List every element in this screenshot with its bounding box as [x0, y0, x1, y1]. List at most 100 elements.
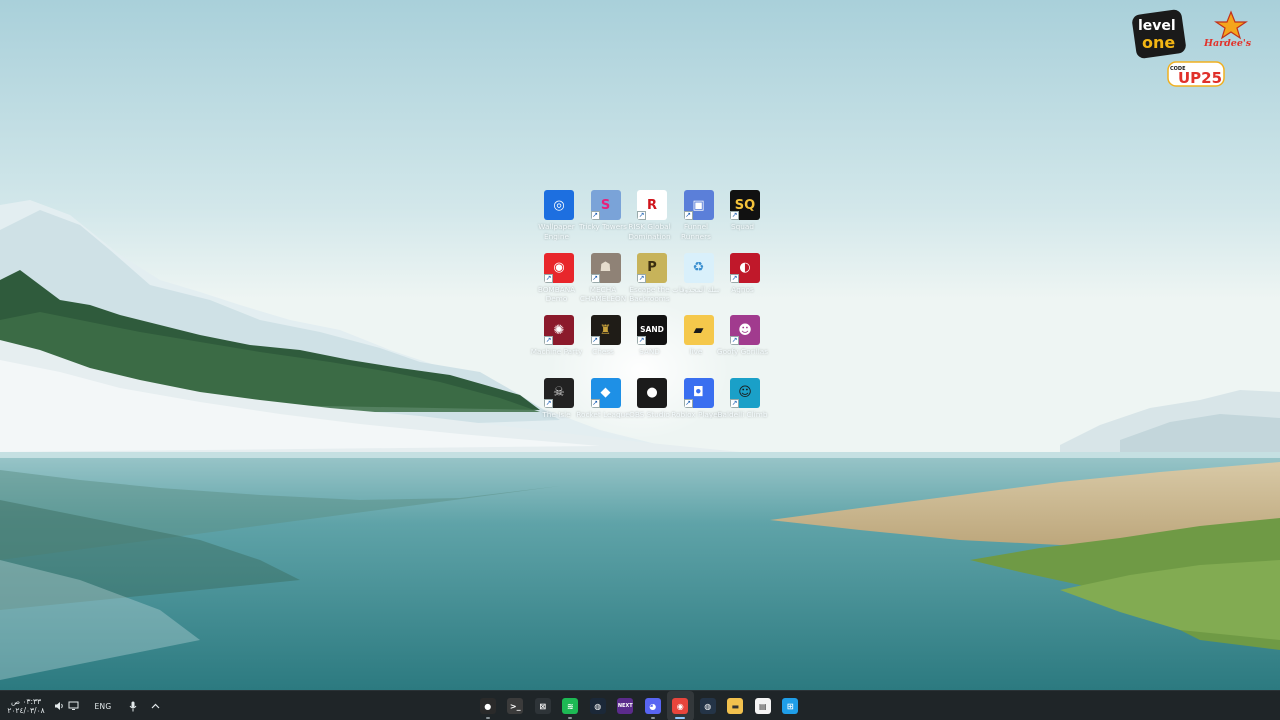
level-one-logo: level one [1132, 9, 1186, 59]
escape-backrooms-icon: P ↗ [637, 252, 667, 283]
shortcut-arrow-icon: ↗ [683, 211, 693, 220]
steam-taskbar-icon: ◍ [589, 698, 606, 714]
obs-taskbar-icon: ● [479, 698, 496, 714]
roblox-icon: ◘ ↗ [683, 377, 714, 408]
desktop-shortcut[interactable]: P ↗ Escape the Backrooms [629, 251, 675, 311]
steam-alt-taskbar-icon: ◍ [699, 698, 716, 714]
promo-code-badge: CODE UP25 [1167, 61, 1225, 87]
notepad-taskbar-button[interactable]: ▤ [749, 691, 777, 720]
desktop-shortcut[interactable]: ◆ ↗ Rocket League [576, 376, 630, 436]
system-tray: ٠٣:٣٣ ص ٢٠٢٤/٠٣/٠٨ ENG [7, 691, 164, 720]
desktop-shortcut[interactable]: SAND ↗ SAND [629, 313, 675, 373]
file-explorer-taskbar-icon: ▬ [727, 698, 744, 714]
next-taskbar-icon: NEXT [617, 698, 634, 714]
taskbar-apps: ● >_ ⊠ ≋ ◍ NEXT ◕ ◉ ◍ ▬ ▤ ⊞ [474, 691, 804, 720]
capture-taskbar-icon: ⊠ [534, 698, 551, 714]
icon-glyph: ☗ [599, 260, 612, 275]
desktop-shortcut[interactable]: SQ ↗ Squad [722, 188, 768, 248]
desktop-shortcut-label: Squad [731, 222, 754, 231]
chevron-up-icon[interactable] [146, 691, 164, 720]
desktop-shortcut[interactable]: ● OBS Studio [629, 376, 675, 436]
desktop-shortcut[interactable]: ♻ سلة المحذوفات [672, 251, 722, 311]
icon-glyph: ◎ [553, 197, 565, 213]
desktop-shortcut[interactable]: ▰ live [676, 313, 722, 373]
running-indicator [485, 717, 490, 719]
desktop-shortcut-label: Goofy Gorillas [716, 347, 769, 356]
chrome-taskbar-button[interactable]: ◉ [666, 691, 694, 720]
shortcut-arrow-icon: ↗ [590, 211, 600, 220]
icon-glyph: R [646, 197, 657, 213]
desktop-shortcut[interactable]: ☠ ↗ The Isle [536, 376, 582, 436]
desktop-shortcut[interactable]: ◎ Wallpaper Engine [536, 188, 582, 248]
shortcut-arrow-icon: ↗ [637, 336, 646, 345]
steam-taskbar-button[interactable]: ◍ [584, 691, 612, 720]
desktop[interactable]: level one Hardee's CODE UP25 ◎ Wallpaper … [0, 0, 1280, 690]
clock[interactable]: ٠٣:٣٣ ص ٢٠٢٤/٠٣/٠٨ [7, 697, 45, 715]
shortcut-arrow-icon: ↗ [730, 398, 739, 408]
running-indicator [650, 717, 655, 719]
shortcut-arrow-icon: ↗ [683, 398, 693, 408]
shortcut-arrow-icon: ↗ [590, 398, 600, 408]
recycle-bin-icon: ♻ [683, 252, 714, 283]
shortcut-arrow-icon: ↗ [544, 336, 553, 345]
mecha-chameleon-icon: ☗ ↗ [590, 252, 621, 283]
icon-glyph: P [647, 260, 657, 275]
funnel-runners-icon: ▣ ↗ [683, 190, 714, 220]
icon-glyph: SAND [640, 325, 664, 335]
clock-date: ٢٠٢٤/٠٣/٠٨ [7, 706, 45, 715]
running-indicator [675, 717, 686, 719]
goofy-gorillas-icon: ☻ ↗ [730, 315, 760, 345]
level-one-line1: level [1138, 18, 1176, 34]
file-explorer-taskbar-button[interactable]: ▬ [722, 691, 750, 720]
shortcut-arrow-icon: ↗ [730, 211, 739, 220]
brand-logos: level one Hardee's CODE UP25 [1132, 9, 1252, 87]
terminal-taskbar-icon: >_ [507, 698, 524, 714]
shortcut-arrow-icon: ↗ [590, 273, 600, 283]
next-taskbar-button[interactable]: NEXT [612, 691, 640, 720]
windows-start-button[interactable]: ⊞ [777, 691, 805, 720]
spotify-taskbar-icon: ≋ [562, 698, 579, 714]
shortcut-arrow-icon: ↗ [590, 336, 600, 345]
icon-glyph: ◐ [739, 260, 751, 275]
folder-icon: ▰ [683, 315, 714, 345]
icon-glyph: ◆ [600, 385, 611, 400]
desktop-shortcut[interactable]: ♜ ↗ Chess [583, 313, 629, 373]
hardees-logo: Hardee's [1203, 10, 1252, 49]
volume-icon[interactable] [52, 691, 66, 720]
steam-alt-taskbar-button[interactable]: ◍ [694, 691, 722, 720]
desktop-shortcut[interactable]: ✺ ↗ Machine Party [531, 313, 582, 373]
icon-glyph: S [600, 197, 611, 213]
spotify-taskbar-button[interactable]: ≋ [557, 691, 585, 720]
agnos-icon: ◐ ↗ [730, 252, 760, 283]
obs-taskbar-button[interactable]: ● [474, 691, 502, 720]
climb-game-icon: ☺ ↗ [730, 377, 760, 408]
discord-taskbar-button[interactable]: ◕ [639, 691, 667, 720]
desktop-shortcut[interactable]: ◘ ↗ Roblox Player [671, 376, 722, 436]
microphone-icon[interactable] [124, 691, 142, 720]
desktop-shortcut[interactable]: ☺ ↗ Baldelli Climb [718, 376, 768, 436]
terminal-taskbar-button[interactable]: >_ [502, 691, 530, 720]
icon-glyph: ☻ [738, 322, 752, 338]
capture-taskbar-button[interactable]: ⊠ [529, 691, 557, 720]
icon-glyph: ◘ [693, 385, 704, 400]
chrome-taskbar-icon: ◉ [672, 698, 689, 714]
tricky-towers-icon: S ↗ [590, 190, 621, 220]
chess-icon: ♜ ↗ [590, 315, 621, 345]
clock-time: ٠٣:٣٣ ص [10, 697, 42, 706]
level-one-line2: one [1142, 33, 1175, 52]
icon-glyph: ☺ [738, 385, 752, 400]
taskbar: ٠٣:٣٣ ص ٢٠٢٤/٠٣/٠٨ ENG ● >_ ⊠ ≋ ◍ NEXT ◕ ◉ ◍ ▬ ▤ ⊞ [0, 690, 1280, 720]
network-icon[interactable] [66, 691, 80, 720]
desktop-shortcut[interactable]: ▣ ↗ Funnel Runners [676, 188, 722, 248]
machine-party-icon: ✺ ↗ [544, 315, 574, 345]
language-indicator[interactable]: ENG [88, 691, 118, 720]
desktop-icon-grid: ◎ Wallpaper Engine S ↗ Tricky Towers R ↗ RISK G… [531, 188, 770, 438]
icon-glyph: ♻ [692, 260, 705, 275]
icon-glyph: ♜ [599, 322, 612, 338]
desktop-shortcut[interactable]: ☻ ↗ Goofy Gorillas [717, 313, 768, 373]
running-indicator [568, 717, 573, 719]
windows-start-icon: ⊞ [782, 698, 799, 714]
desktop-shortcut[interactable]: ◐ ↗ Agnos [722, 251, 768, 311]
icon-glyph: SQ [734, 197, 756, 213]
bombana-icon: ◉ ↗ [544, 252, 574, 283]
